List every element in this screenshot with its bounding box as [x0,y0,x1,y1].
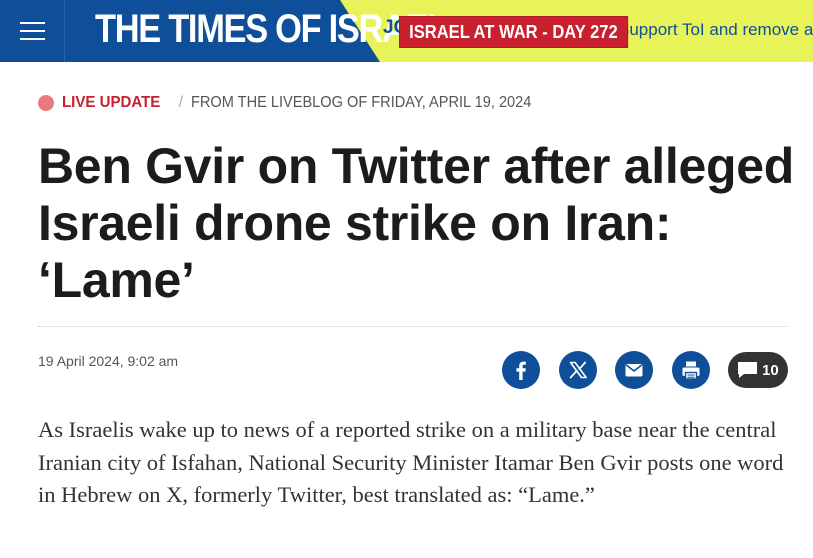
print-button[interactable] [672,351,710,389]
facebook-share-button[interactable] [502,351,540,389]
kicker-separator: / [178,94,184,111]
kicker: LIVE UPDATE / FROM THE LIVEBLOG OF FRIDA… [38,92,553,114]
article-date: 19 April 2024, 9:02 am [38,353,179,369]
menu-button[interactable] [0,0,65,62]
comment-icon [738,362,757,378]
comment-count: 10 [762,362,779,379]
print-icon [682,361,700,380]
live-dot-icon [38,95,54,111]
war-day-badge[interactable]: ISRAEL AT WAR - DAY 272 [399,16,628,48]
email-icon [625,364,643,377]
hamburger-icon [20,22,45,24]
support-remove-ads-link[interactable]: Support ToI and remove all ads [618,20,813,40]
article-lede: As Israelis wake up to news of a reporte… [38,417,784,507]
site-header: THE TIMES OF ISRAEL JOIN Support ToI and… [0,0,813,62]
article-headline: Ben Gvir on Twitter after alleged Israel… [38,138,794,308]
live-update-label[interactable]: LIVE UPDATE [62,94,160,112]
comments-button[interactable]: 10 [728,352,788,388]
x-share-button[interactable] [559,351,597,389]
x-icon [569,361,587,379]
facebook-icon [516,361,526,380]
liveblog-link[interactable]: FROM THE LIVEBLOG OF FRIDAY, APRIL 19, 2… [191,94,531,112]
divider [38,326,788,327]
email-share-button[interactable] [615,351,653,389]
